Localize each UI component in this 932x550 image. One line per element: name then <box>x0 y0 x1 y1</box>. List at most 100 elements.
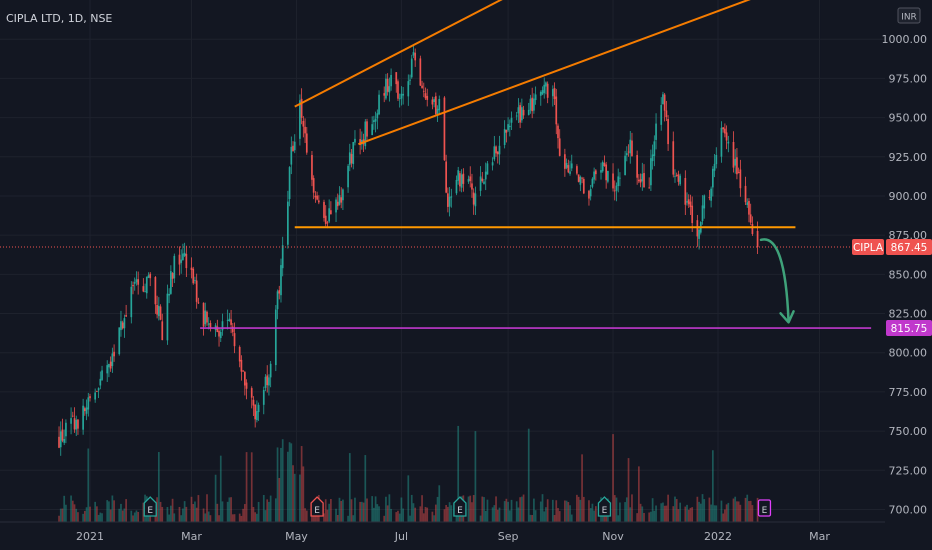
candle-body[interactable] <box>555 96 558 125</box>
candle-body[interactable] <box>607 170 609 182</box>
candle-body[interactable] <box>111 353 114 367</box>
candle-body[interactable] <box>113 351 115 357</box>
candle-body[interactable] <box>354 138 356 143</box>
candle-body[interactable] <box>166 293 169 341</box>
candle-body[interactable] <box>135 279 138 283</box>
candle-body[interactable] <box>311 155 313 180</box>
candle-body[interactable] <box>539 91 542 96</box>
candle-body[interactable] <box>567 165 570 173</box>
candle-body[interactable] <box>373 120 375 123</box>
candle-body[interactable] <box>221 321 224 331</box>
candle-body[interactable] <box>97 388 100 391</box>
candle-body[interactable] <box>531 97 534 112</box>
candle-body[interactable] <box>99 378 102 386</box>
candle-body[interactable] <box>508 125 511 128</box>
candle-body[interactable] <box>665 110 668 118</box>
candle-body[interactable] <box>737 171 740 173</box>
candle-body[interactable] <box>130 286 133 318</box>
candle-body[interactable] <box>347 165 349 188</box>
candle-body[interactable] <box>142 286 145 292</box>
candle-body[interactable] <box>317 200 320 203</box>
candle-body[interactable] <box>125 315 127 317</box>
candle-body[interactable] <box>471 183 473 190</box>
candle-body[interactable] <box>691 205 694 224</box>
candle-body[interactable] <box>374 118 377 122</box>
candle-body[interactable] <box>424 93 427 99</box>
candle-body[interactable] <box>288 167 291 200</box>
candle-body[interactable] <box>677 174 680 182</box>
candle-body[interactable] <box>687 199 690 205</box>
candle-body[interactable] <box>582 179 585 194</box>
candle-body[interactable] <box>722 127 725 130</box>
candle-body[interactable] <box>641 173 644 182</box>
candle-body[interactable] <box>558 138 561 156</box>
candle-body[interactable] <box>147 275 150 278</box>
candle-body[interactable] <box>133 282 136 284</box>
candle-body[interactable] <box>269 363 272 378</box>
candle-body[interactable] <box>101 370 103 380</box>
candle-body[interactable] <box>121 322 124 329</box>
candle-body[interactable] <box>545 82 547 87</box>
candle-body[interactable] <box>108 364 110 368</box>
candle-body[interactable] <box>250 388 253 398</box>
candle-body[interactable] <box>479 176 482 191</box>
candle-body[interactable] <box>293 141 296 151</box>
candle-body[interactable] <box>324 215 327 224</box>
candle-body[interactable] <box>495 146 497 154</box>
candle-body[interactable] <box>145 276 148 294</box>
candle-body[interactable] <box>564 154 566 169</box>
candle-body[interactable] <box>534 94 537 101</box>
candle-body[interactable] <box>378 94 380 115</box>
candle-body[interactable] <box>159 306 162 320</box>
candle-body[interactable] <box>462 173 465 184</box>
candle-body[interactable] <box>197 302 200 304</box>
candle-body[interactable] <box>233 333 236 347</box>
candle-body[interactable] <box>521 107 523 121</box>
candle-body[interactable] <box>348 152 351 165</box>
candle-body[interactable] <box>565 162 568 168</box>
candle-body[interactable] <box>543 84 546 94</box>
candle-body[interactable] <box>643 173 645 188</box>
candle-body[interactable] <box>624 155 626 176</box>
candle-body[interactable] <box>383 93 386 96</box>
candle-body[interactable] <box>710 188 712 201</box>
candle-body[interactable] <box>467 178 470 182</box>
candle-body[interactable] <box>290 146 293 165</box>
candle-body[interactable] <box>242 370 244 372</box>
candle-body[interactable] <box>243 371 246 386</box>
candle-body[interactable] <box>600 170 602 173</box>
candle-body[interactable] <box>551 89 554 97</box>
candle-body[interactable] <box>496 151 499 155</box>
candle-body[interactable] <box>434 96 437 115</box>
candle-body[interactable] <box>756 230 759 247</box>
candle-body[interactable] <box>483 181 485 184</box>
candle-body[interactable] <box>734 158 737 166</box>
candle-body[interactable] <box>655 123 657 140</box>
candle-body[interactable] <box>653 141 656 156</box>
candle-body[interactable] <box>402 93 404 96</box>
candle-body[interactable] <box>588 190 590 199</box>
candle-body[interactable] <box>280 265 282 296</box>
candle-body[interactable] <box>569 171 571 174</box>
candle-body[interactable] <box>94 392 97 400</box>
candle-body[interactable] <box>421 85 423 88</box>
candle-body[interactable] <box>648 187 651 189</box>
candle-body[interactable] <box>65 422 67 437</box>
candle-body[interactable] <box>422 90 425 92</box>
candle-body[interactable] <box>342 189 344 201</box>
candle-body[interactable] <box>426 95 429 100</box>
candle-body[interactable] <box>120 321 122 331</box>
candle-body[interactable] <box>397 81 399 99</box>
candle-body[interactable] <box>292 145 294 151</box>
candle-body[interactable] <box>154 277 157 305</box>
candle-body[interactable] <box>204 310 207 325</box>
candle-body[interactable] <box>570 163 573 169</box>
candle-body[interactable] <box>59 431 62 448</box>
candle-body[interactable] <box>89 396 91 399</box>
candle-body[interactable] <box>276 291 279 310</box>
time-axis[interactable] <box>0 522 885 550</box>
candle-body[interactable] <box>254 404 257 420</box>
candle-body[interactable] <box>330 210 332 215</box>
candle-body[interactable] <box>589 189 592 197</box>
candle-body[interactable] <box>727 141 730 144</box>
